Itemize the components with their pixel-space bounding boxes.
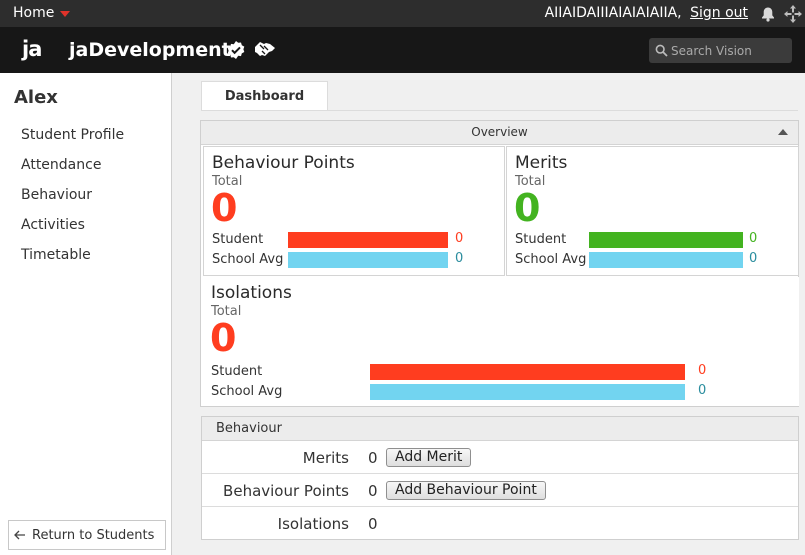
- student-value: 0: [455, 231, 464, 246]
- student-label: Student: [515, 232, 567, 247]
- sidebar-item-behaviour[interactable]: Behaviour: [21, 185, 124, 215]
- school-avg-value: 0: [749, 251, 758, 266]
- sign-out-link[interactable]: Sign out: [690, 5, 748, 21]
- user-area: AIIAIDAIIIAIAIAIAIIA, Sign out: [545, 5, 748, 21]
- student-bar: [370, 364, 685, 380]
- return-to-students-button[interactable]: Return to Students: [8, 520, 166, 550]
- student-bar: [288, 232, 448, 248]
- overview-header[interactable]: Overview: [201, 121, 798, 145]
- tab-dashboard[interactable]: Dashboard: [201, 81, 328, 111]
- row-label: Merits: [302, 449, 349, 467]
- card-total-value: 0: [211, 186, 238, 230]
- search-box[interactable]: [649, 38, 792, 63]
- app-header: ja jaDevelopment: [0, 27, 805, 73]
- sidebar-item-student-profile[interactable]: Student Profile: [21, 125, 124, 155]
- school-avg-label: School Avg: [211, 384, 283, 399]
- student-name: Alex: [14, 87, 58, 108]
- row-value: 0: [368, 515, 378, 533]
- behaviour-panel-title: Behaviour: [202, 417, 798, 441]
- caret-down-icon: [60, 11, 71, 17]
- add-behaviour-point-button[interactable]: Add Behaviour Point: [386, 481, 546, 500]
- card-title: Isolations: [211, 283, 292, 303]
- student-label: Student: [212, 232, 264, 247]
- school-avg-label: School Avg: [212, 252, 284, 267]
- user-name: AIIAIDAIIIAIAIAIAIIA,: [544, 5, 682, 21]
- school-avg-label: School Avg: [515, 252, 587, 267]
- verified-badge-icon: [227, 41, 245, 59]
- top-utility-bar: Home AIIAIDAIIIAIAIAIAIIA, Sign out: [0, 0, 805, 27]
- behaviour-row-merits: Merits 0 Add Merit: [202, 441, 798, 474]
- row-label: Behaviour Points: [223, 482, 349, 500]
- student-label: Student: [211, 364, 263, 379]
- school-avg-value: 0: [455, 251, 464, 266]
- row-label: Isolations: [277, 515, 349, 533]
- behaviour-row-isolations: Isolations 0: [202, 507, 798, 540]
- sidebar: Alex Student Profile Attendance Behaviou…: [0, 73, 172, 555]
- student-value: 0: [698, 363, 707, 378]
- arrow-left-icon: [14, 530, 25, 540]
- collapse-arrow-icon[interactable]: [778, 129, 788, 135]
- school-avg-bar: [288, 252, 448, 268]
- app-logo[interactable]: ja: [22, 37, 42, 61]
- tab-divider: [201, 110, 798, 111]
- behaviour-row-behaviour-points: Behaviour Points 0 Add Behaviour Point: [202, 474, 798, 507]
- overview-panel: Overview Behaviour Points Total 0 Studen…: [200, 120, 799, 407]
- home-menu-label: Home: [13, 5, 55, 21]
- school-avg-bar: [589, 252, 743, 268]
- card-title: Behaviour Points: [212, 153, 355, 173]
- sidebar-item-attendance[interactable]: Attendance: [21, 155, 124, 185]
- school-avg-value: 0: [698, 383, 707, 398]
- search-input[interactable]: [671, 41, 787, 60]
- sidebar-nav: Student Profile Attendance Behaviour Act…: [21, 125, 124, 275]
- row-value: 0: [368, 482, 378, 500]
- merits-card: Merits Total 0 Student 0 School Avg 0: [506, 146, 799, 276]
- school-avg-bar: [370, 384, 685, 400]
- behaviour-points-card: Behaviour Points Total 0 Student 0 Schoo…: [203, 146, 505, 276]
- return-to-students-label: Return to Students: [32, 527, 155, 543]
- handshake-icon: [255, 42, 275, 56]
- sidebar-item-activities[interactable]: Activities: [21, 215, 124, 245]
- sidebar-item-timetable[interactable]: Timetable: [21, 245, 124, 275]
- bell-icon[interactable]: [760, 6, 776, 22]
- card-title: Merits: [515, 153, 568, 173]
- add-merit-button[interactable]: Add Merit: [386, 448, 472, 467]
- row-value: 0: [368, 449, 378, 467]
- behaviour-panel: Behaviour Merits 0 Add Merit Behaviour P…: [201, 416, 799, 540]
- student-value: 0: [749, 231, 758, 246]
- home-menu[interactable]: Home: [13, 5, 71, 21]
- overview-title: Overview: [471, 125, 528, 139]
- card-total-value: 0: [514, 186, 541, 230]
- isolations-card: Isolations Total 0 Student 0 School Avg …: [203, 277, 799, 406]
- search-icon: [655, 44, 668, 57]
- card-total-value: 0: [210, 316, 237, 360]
- student-bar: [589, 232, 743, 248]
- app-title: jaDevelopment: [69, 39, 231, 61]
- move-arrows-icon[interactable]: [784, 5, 802, 23]
